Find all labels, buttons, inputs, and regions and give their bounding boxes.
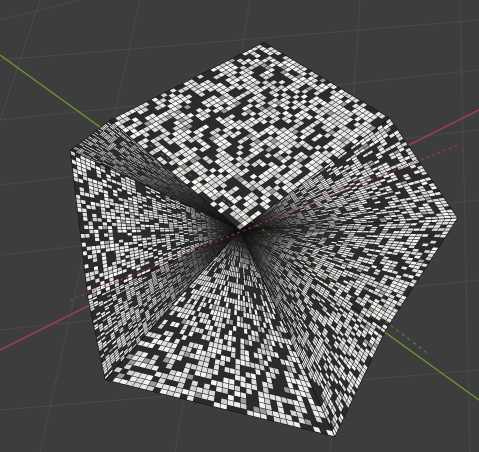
3d-viewport[interactable] bbox=[0, 0, 479, 452]
